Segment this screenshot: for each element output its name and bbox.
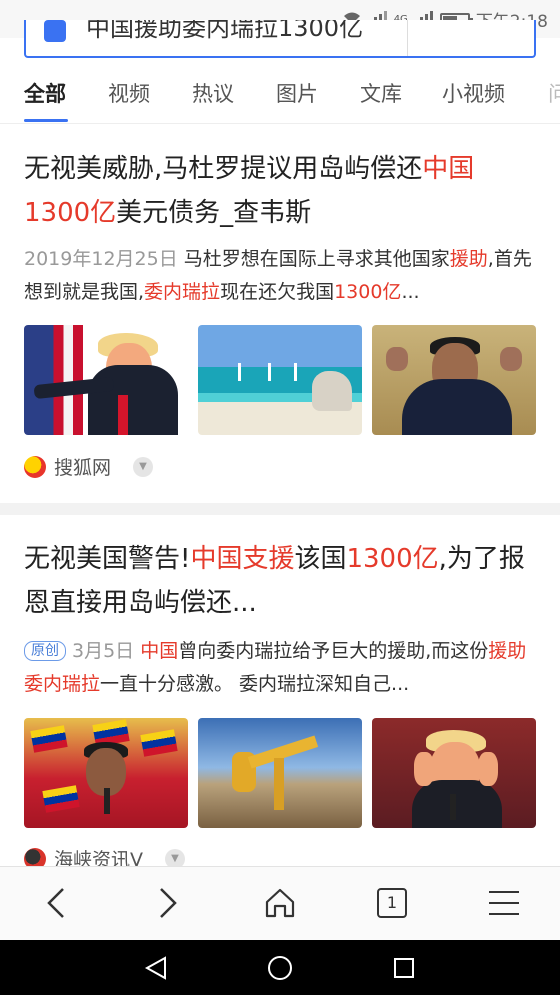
triangle-back-icon (144, 956, 166, 980)
title-part: 无视美国警告! (24, 544, 191, 574)
sohu-logo-icon (24, 455, 46, 478)
result-date: 3月5日 (72, 640, 135, 662)
snippet-highlight: 1300亿 (334, 281, 402, 303)
original-badge: 原创 (24, 641, 66, 661)
circle-home-icon (268, 956, 292, 980)
thumb-shape (140, 729, 178, 757)
title-part: 无视美威胁,马杜罗提议用岛屿偿还 (24, 154, 423, 184)
thumbnail-trump-pointing[interactable] (24, 325, 188, 435)
system-back-button[interactable] (140, 952, 172, 984)
thumb-shape (386, 347, 408, 371)
thumbnail-trump-covering-ears[interactable] (372, 718, 536, 828)
chevron-right-icon (160, 888, 177, 918)
thumbnail-maduro-rally[interactable] (24, 718, 188, 828)
result-source[interactable]: 搜狐网 ▼ (24, 453, 154, 480)
search-input[interactable]: 中国援助委内瑞拉1300亿 (24, 20, 536, 58)
tab-discussion[interactable]: 热议 (192, 78, 234, 108)
thumb-shape (414, 752, 434, 786)
tab-short-video[interactable]: 小视频 (442, 78, 505, 108)
menu-button[interactable] (480, 881, 528, 925)
result-separator (0, 503, 560, 515)
snippet-highlight: 中国 (140, 640, 179, 662)
title-highlight: 1300亿 (346, 544, 439, 574)
menu-line (489, 902, 519, 904)
result-thumbnails (24, 325, 536, 435)
result-tabs: 全部 视频 热议 图片 文库 小视频 问 (0, 60, 560, 124)
result-card-2[interactable]: 无视美国警告!中国支援该国1300亿,为了报恩直接用岛屿偿还... 原创 3月5日… (0, 515, 560, 871)
snippet-highlight: 委内瑞拉 (144, 281, 221, 303)
snippet-highlight: 援助 (449, 248, 488, 270)
chevron-down-icon[interactable]: ▼ (133, 456, 154, 477)
home-button[interactable] (256, 881, 304, 925)
thumb-shape (88, 365, 178, 435)
tabs-button[interactable]: 1 (368, 881, 416, 925)
thumb-shape (30, 725, 68, 753)
source-name: 搜狐网 (54, 457, 112, 479)
search-query: 中国援助委内瑞拉1300亿 (86, 20, 364, 42)
thumb-shape (238, 363, 241, 381)
title-part: 美元债务_查韦斯 (116, 198, 312, 228)
thumb-shape (118, 395, 128, 435)
search-engine-icon (44, 20, 66, 42)
result-title[interactable]: 无视美威胁,马杜罗提议用岛屿偿还中国 1300亿美元债务_查韦斯 (24, 147, 536, 235)
menu-line (489, 891, 519, 893)
tab-all[interactable]: 全部 (24, 78, 66, 108)
tab-ask[interactable]: 问 (548, 78, 560, 108)
system-home-button[interactable] (264, 952, 296, 984)
result-snippet: 原创 3月5日 中国曾向委内瑞拉给予巨大的援助,而这份援助委内瑞拉一直十分感激。 … (24, 635, 536, 701)
thumb-shape (500, 347, 522, 371)
result-title[interactable]: 无视美国警告!中国支援该国1300亿,为了报恩直接用岛屿偿还... (24, 537, 536, 625)
thumb-shape (268, 363, 271, 381)
thumb-shape (450, 794, 456, 820)
system-recents-button[interactable] (388, 952, 420, 984)
result-snippet: 2019年12月25日 马杜罗想在国际上寻求其他国家援助,首先想到就是我国,委内… (24, 243, 536, 309)
title-highlight: 中国支援 (190, 544, 295, 574)
snippet-part: 现在还欠我国 (220, 281, 335, 303)
browser-toolbar: 1 (0, 866, 560, 940)
thumb-shape (312, 371, 352, 411)
search-divider (407, 20, 408, 56)
thumb-shape (412, 780, 502, 828)
snippet-part: 曾向委内瑞拉给予巨大的援助,而这份 (178, 640, 489, 662)
thumbnail-oil-pump[interactable] (198, 718, 362, 828)
thumb-shape (478, 752, 498, 786)
forward-button[interactable] (144, 881, 192, 925)
snippet-part: 一直十分感激。 委内瑞拉深知自己... (100, 673, 410, 695)
square-recents-icon (394, 958, 414, 978)
home-icon (265, 888, 295, 918)
tab-images[interactable]: 图片 (276, 78, 318, 108)
title-highlight: 中国 (422, 154, 475, 184)
back-button[interactable] (32, 881, 80, 925)
thumb-shape (42, 785, 80, 813)
result-card-1[interactable]: 无视美威胁,马杜罗提议用岛屿偿还中国1300亿美元债务_查韦斯 2019年12月… (0, 125, 560, 503)
screen: 4G 下午2:18 中国援助委内瑞拉1300亿 全部 视频 热议 图片 文库 小… (0, 0, 560, 995)
thumbnail-beach-island[interactable] (198, 325, 362, 435)
tab-video[interactable]: 视频 (108, 78, 150, 108)
thumb-shape (104, 788, 110, 814)
snippet-part: 马杜罗想在国际上寻求其他国家 (183, 248, 450, 270)
tab-active-indicator (24, 119, 68, 122)
menu-line (489, 913, 519, 915)
snippet-part: ... (401, 281, 420, 303)
tab-library[interactable]: 文库 (360, 78, 402, 108)
result-thumbnails (24, 718, 536, 828)
menu-icon (489, 891, 519, 915)
thumb-shape (402, 379, 512, 435)
title-part: 该国 (294, 544, 347, 574)
thumbnail-maduro-speech[interactable] (372, 325, 536, 435)
system-navigation-bar (0, 940, 560, 995)
tab-count: 1 (377, 888, 407, 918)
thumb-shape (274, 758, 284, 810)
chevron-left-icon (47, 888, 64, 918)
title-highlight: 1300亿 (24, 198, 117, 228)
thumb-shape (294, 363, 297, 381)
result-date: 2019年12月25日 (24, 248, 178, 270)
